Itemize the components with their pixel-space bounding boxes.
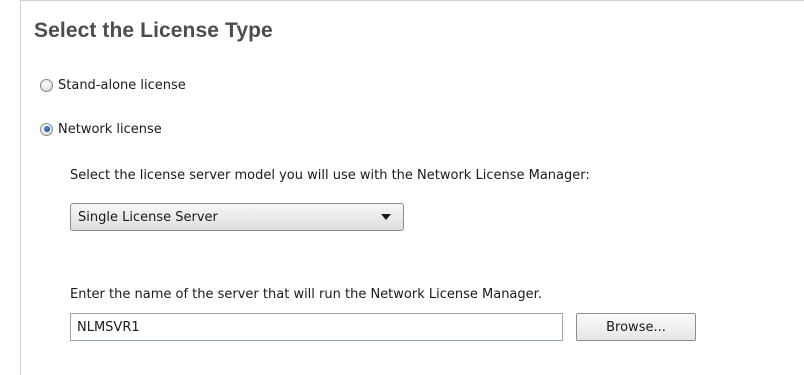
radio-standalone-license[interactable]: Stand-alone license <box>40 76 186 94</box>
radio-button[interactable] <box>40 78 53 92</box>
radio-label: Network license <box>58 121 162 137</box>
server-model-dropdown[interactable]: Single License Server <box>70 203 404 231</box>
server-model-selected-value: Single License Server <box>78 209 218 225</box>
license-type-panel: Select the License Type Stand-alone lice… <box>20 0 804 375</box>
page-title: Select the License Type <box>34 19 273 42</box>
browse-button[interactable]: Browse... <box>576 313 696 341</box>
radio-network-license[interactable]: Network license <box>40 120 162 138</box>
chevron-down-icon[interactable] <box>381 214 391 220</box>
radio-label: Stand-alone license <box>58 77 186 93</box>
server-name-prompt: Enter the name of the server that will r… <box>70 287 542 302</box>
server-model-prompt: Select the license server model you will… <box>70 168 590 183</box>
server-name-input[interactable] <box>70 313 563 341</box>
radio-button-checked[interactable] <box>40 122 53 136</box>
